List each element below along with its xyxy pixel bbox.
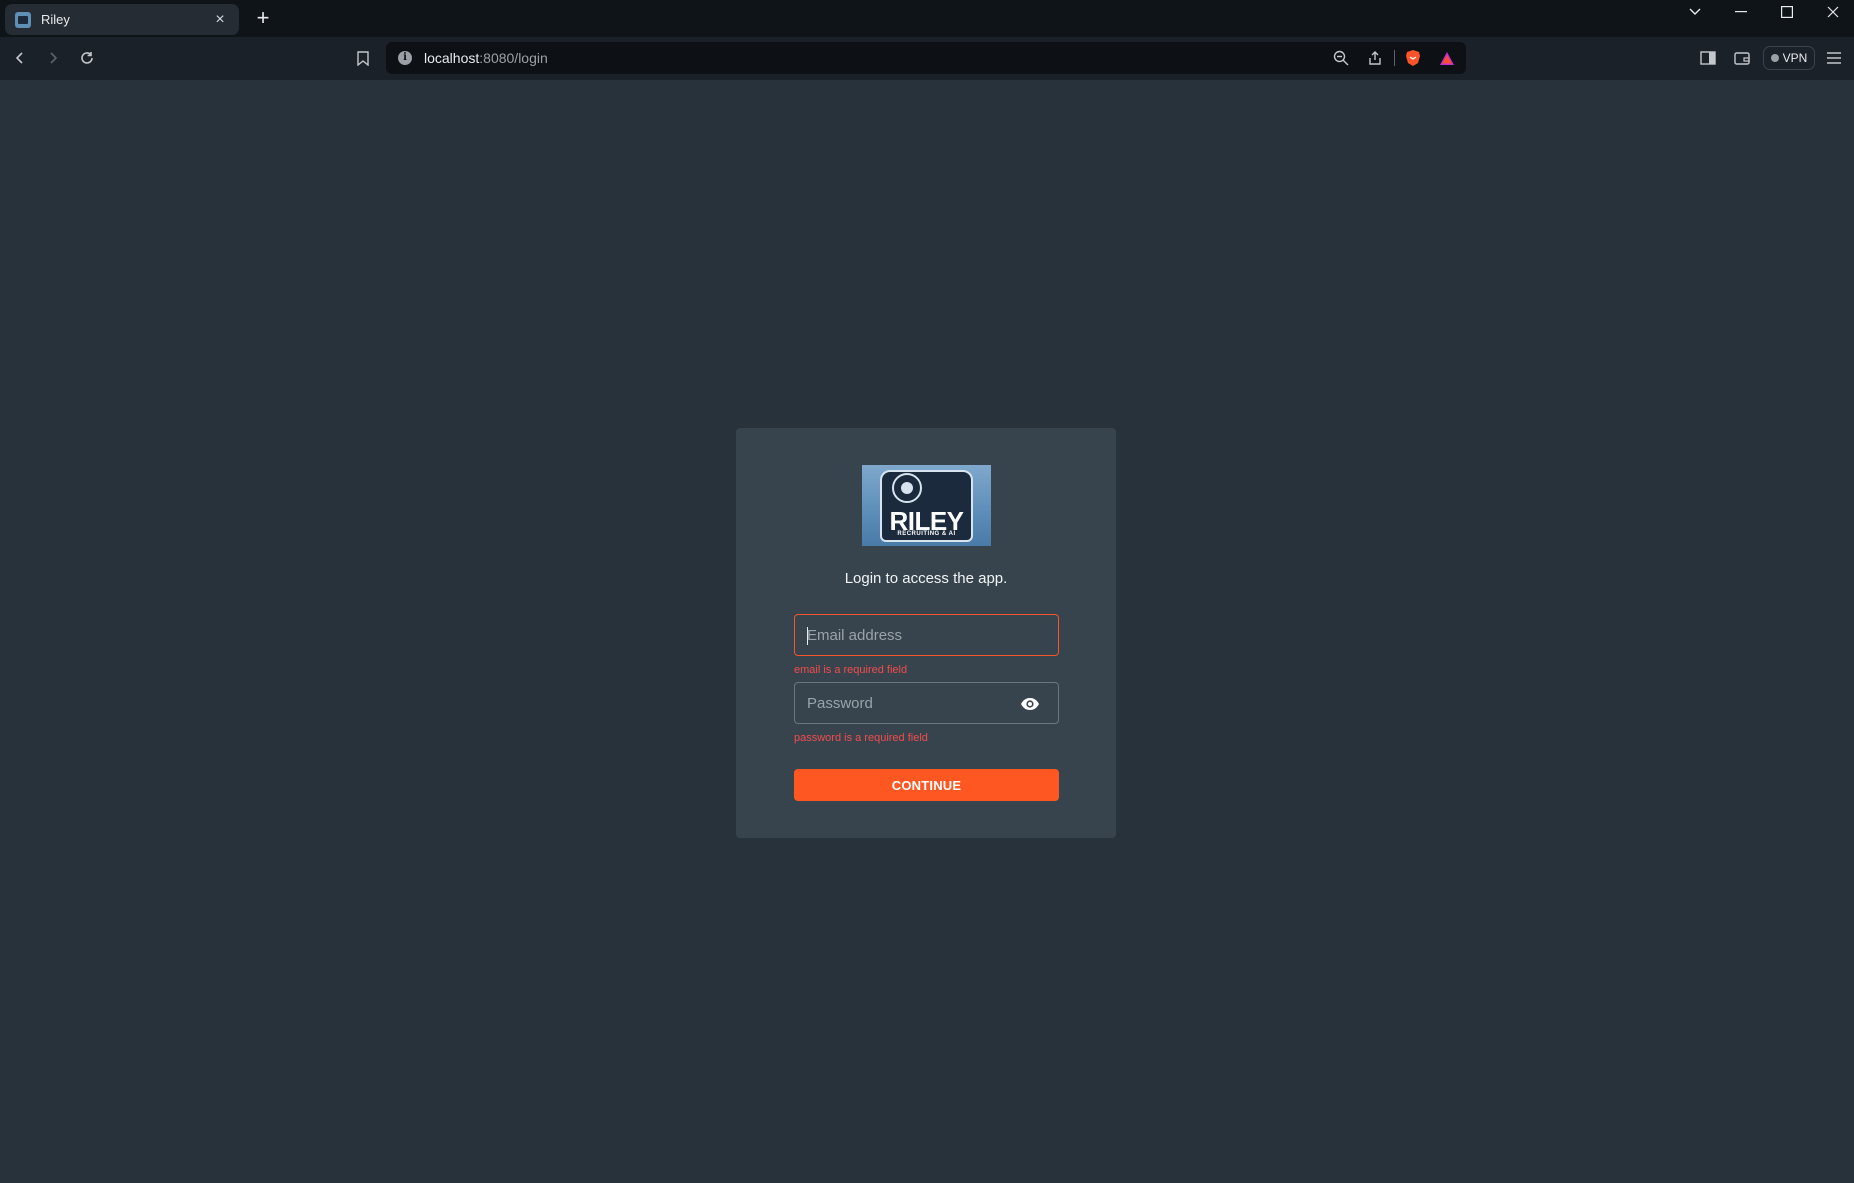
email-field[interactable] — [794, 614, 1059, 656]
password-input[interactable] — [795, 683, 1058, 723]
email-error-message: email is a required field — [794, 664, 908, 676]
tab-search-chevron-icon[interactable] — [1672, 0, 1718, 24]
password-error-message: password is a required field — [794, 732, 928, 744]
new-tab-button[interactable]: + — [252, 7, 274, 29]
url-divider — [1394, 50, 1395, 66]
text-caret — [807, 627, 808, 645]
site-info-icon[interactable] — [398, 51, 412, 65]
tab-title: Riley — [41, 12, 70, 27]
wallet-icon[interactable] — [1730, 46, 1754, 70]
logo-eye-icon — [901, 482, 913, 494]
address-bar[interactable]: localhost:8080/login — [386, 42, 1466, 74]
password-field[interactable] — [794, 682, 1059, 724]
vpn-label: VPN — [1782, 51, 1808, 65]
riley-logo: RILEY RECRUITING & AI — [862, 465, 991, 546]
brave-rewards-icon[interactable] — [1438, 49, 1456, 67]
tab-close-icon[interactable]: × — [211, 11, 229, 29]
logo-tagline: RECRUITING & AI — [897, 531, 956, 537]
favicon-icon — [15, 11, 31, 28]
email-input[interactable] — [795, 615, 1058, 655]
url-path: :8080/login — [479, 50, 548, 66]
browser-toolbar: localhost:8080/login VPN — [0, 37, 1854, 80]
login-heading: Login to access the app. — [844, 570, 1008, 587]
reload-icon[interactable] — [75, 46, 99, 70]
back-arrow-icon[interactable] — [8, 46, 32, 70]
login-card: RILEY RECRUITING & AI Login to access th… — [736, 428, 1116, 838]
continue-button[interactable]: CONTINUE — [794, 769, 1059, 801]
hamburger-menu-icon[interactable] — [1822, 46, 1846, 70]
vpn-status-icon — [1770, 54, 1779, 62]
browser-tab[interactable]: Riley × — [5, 4, 239, 35]
maximize-icon[interactable] — [1764, 0, 1810, 24]
bookmark-icon[interactable] — [351, 46, 375, 70]
share-icon[interactable] — [1366, 49, 1384, 67]
sidebar-icon[interactable] — [1696, 46, 1720, 70]
vpn-button[interactable]: VPN — [1763, 46, 1815, 70]
brave-shield-icon[interactable] — [1404, 49, 1422, 67]
url-host: localhost — [424, 50, 480, 66]
zoom-out-icon[interactable] — [1332, 49, 1350, 67]
forward-arrow-icon[interactable] — [41, 46, 65, 70]
show-password-eye-icon[interactable] — [1020, 695, 1040, 713]
close-window-icon[interactable] — [1810, 0, 1854, 24]
browser-tab-strip: Riley × + — [0, 0, 1854, 37]
minimize-icon[interactable] — [1718, 0, 1764, 24]
